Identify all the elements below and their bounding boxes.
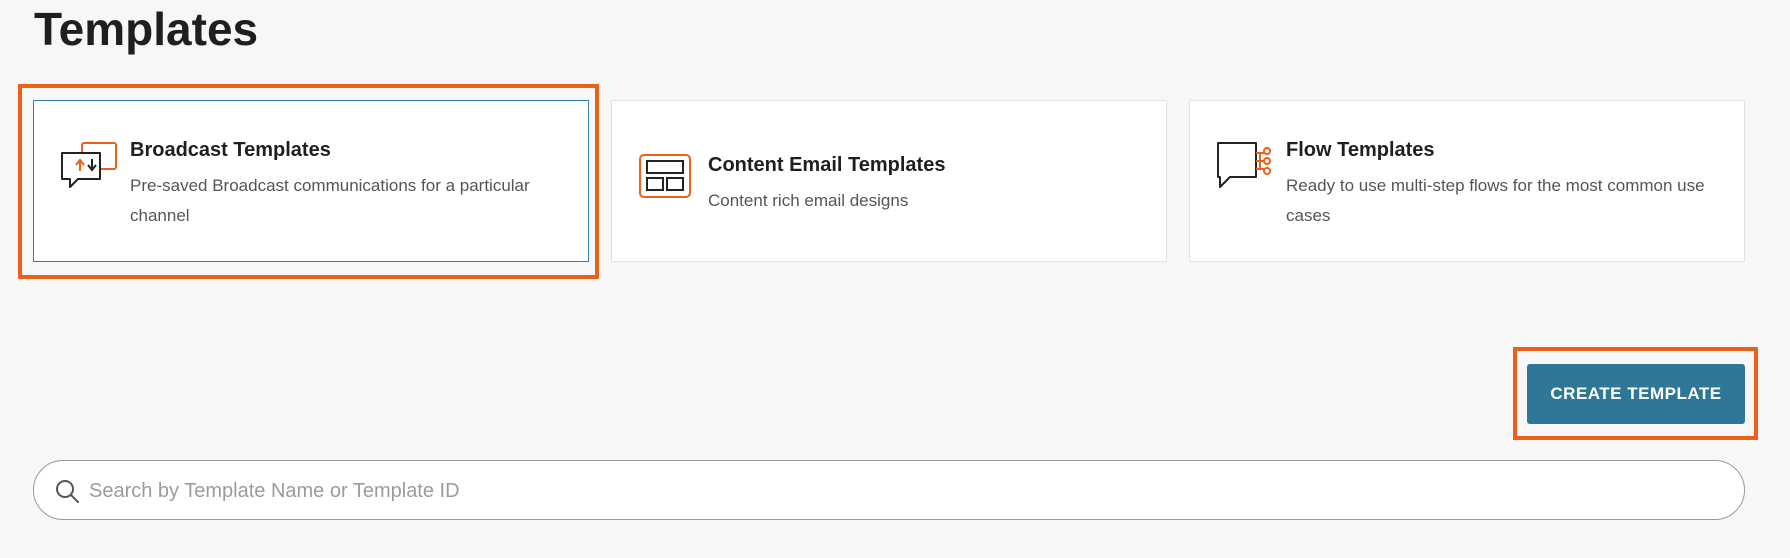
card-title: Flow Templates (1286, 139, 1435, 161)
broadcast-templates-card[interactable]: Broadcast Templates Pre-saved Broadcast … (33, 100, 589, 262)
card-title: Broadcast Templates (130, 139, 331, 161)
search-bar[interactable] (33, 460, 1745, 521)
page-title: Templates (34, 3, 259, 55)
flow-icon (1217, 142, 1271, 188)
card-description: Pre-saved Broadcast communications for a… (130, 176, 530, 225)
card-description: Ready to use multi-step flows for the mo… (1286, 176, 1705, 225)
search-input[interactable] (87, 461, 1711, 521)
content-email-templates-card[interactable]: Content Email Templates Content rich ema… (611, 100, 1167, 262)
broadcast-icon (61, 142, 117, 188)
templates-page: Templates Broadcast Templates Pre-saved … (0, 0, 1790, 558)
create-template-button[interactable]: CREATE TEMPLATE (1527, 364, 1745, 424)
search-icon (56, 480, 79, 503)
template-type-cards: Broadcast Templates Pre-saved Broadcast … (33, 100, 1745, 262)
email-layout-icon (639, 154, 691, 198)
card-description: Content rich email designs (708, 191, 909, 210)
flow-templates-card[interactable]: Flow Templates Ready to use multi-step f… (1189, 100, 1745, 262)
card-title: Content Email Templates (708, 154, 946, 176)
